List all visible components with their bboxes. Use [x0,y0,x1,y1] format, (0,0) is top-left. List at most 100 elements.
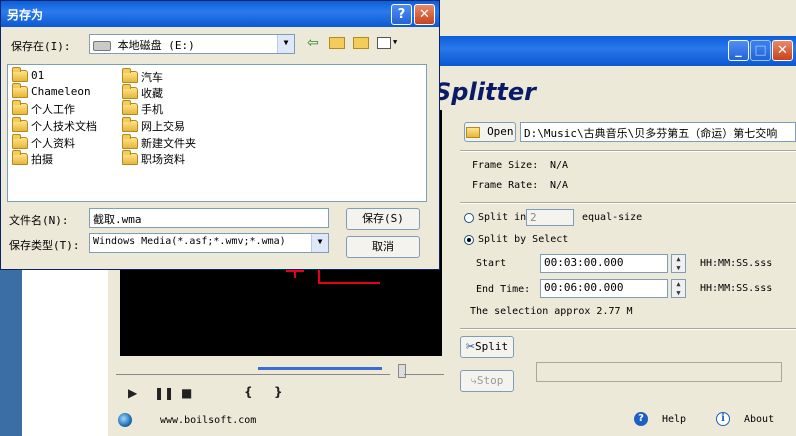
stop-icon[interactable]: ■ [181,386,192,400]
folder-item[interactable]: 手机 [122,100,163,117]
back-icon[interactable]: ⇦ [307,35,319,51]
save-in-label: 保存在(I): [11,40,71,53]
spin-up-icon[interactable]: ▲ [672,280,685,289]
folder-item[interactable]: 新建文件夹 [122,134,196,151]
start-time-spinner[interactable]: ▲ ▼ [671,254,686,273]
play-icon[interactable]: ▶ [128,386,137,400]
pause-icon[interactable]: ❚❚ [154,386,174,400]
folder-item[interactable]: 收藏 [122,84,163,101]
folder-icon [122,134,138,149]
annotation-mark [318,282,380,284]
open-button[interactable]: Open [464,122,516,142]
frame-rate-value: N/A [550,180,569,191]
folder-item[interactable]: 个人技术文档 [12,117,97,134]
folder-icon [12,66,28,82]
globe-icon [118,413,132,427]
chevron-down-icon[interactable]: ▼ [311,234,328,252]
folder-label: 职场资料 [141,153,185,166]
folder-icon [12,117,28,132]
volume-bar[interactable] [404,366,444,375]
maximize-button[interactable]: □ [750,40,771,61]
help-button[interactable]: Help [662,414,686,425]
folder-item[interactable]: 个人工作 [12,100,75,117]
app-logo: Splitter [434,78,536,106]
help-icon[interactable]: ? [634,412,648,426]
selection-size-text: The selection approx 2.77 M [470,306,633,317]
folder-icon [12,150,28,165]
folder-list: 01 Chameleon 个人工作 个人技术文档 个人资料 拍摄 汽车 收藏 手… [7,64,427,202]
folder-label: 01 [31,69,45,82]
end-time-input[interactable]: 00:06:00.000 [540,279,668,298]
view-menu-icon[interactable] [377,37,391,49]
filetype-value: Windows Media(*.asf;*.wmv;*.wma) [93,236,286,247]
folder-item[interactable]: 汽车 [122,68,163,85]
folder-item[interactable]: Chameleon [12,82,91,98]
new-folder-icon[interactable] [353,37,369,49]
save-button[interactable]: 保存(S) [346,208,420,230]
folder-icon [122,100,138,115]
save-in-value: 本地磁盘 (E:) [117,39,195,52]
filetype-combo[interactable]: Windows Media(*.asf;*.wmv;*.wma) ▼ [89,233,329,253]
folder-item[interactable]: 拍摄 [12,150,53,167]
save-as-dialog: 另存为 ? ✕ 保存在(I): 本地磁盘 (E:) ▼ ⇦ ▼ 01 Chame… [0,0,440,270]
divider [460,202,796,204]
start-label: Start [476,258,507,269]
folder-item[interactable]: 01 [12,66,45,82]
about-icon[interactable]: i [716,412,730,426]
dialog-title-bar[interactable]: 另存为 ? ✕ [1,1,439,27]
folder-item[interactable]: 个人资料 [12,134,75,151]
folder-icon [12,134,28,149]
spin-down-icon[interactable]: ▼ [672,289,685,298]
split-in-radio[interactable] [464,213,474,223]
spin-down-icon[interactable]: ▼ [672,264,685,273]
seek-bar-fill [258,367,382,370]
folder-item[interactable]: 职场资料 [122,150,185,167]
mark-end-icon[interactable]: } [274,385,283,399]
cancel-button[interactable]: 取消 [346,236,420,258]
folder-icon [122,68,138,83]
dialog-title: 另存为 [7,8,44,22]
view-menu-chevron-icon[interactable]: ▼ [393,38,397,46]
filename-label: 文件名(N): [9,214,69,227]
split-button[interactable]: ✂Split [460,336,514,358]
folder-label: 个人资料 [31,137,75,150]
folder-label: 收藏 [141,87,163,100]
split-count-input[interactable]: 2 [526,209,574,226]
frame-size-value: N/A [550,160,569,171]
website-link[interactable]: www.boilsoft.com [160,415,256,426]
folder-icon [12,82,28,98]
filename-input[interactable]: 截取.wma [89,208,329,228]
folder-label: Chameleon [31,85,91,98]
dialog-help-button[interactable]: ? [391,4,412,25]
stop-button-label: Stop [476,374,504,387]
folder-item[interactable]: 网上交易 [122,117,185,134]
split-button-label: Split [475,340,509,353]
end-time-format: HH:MM:SS.sss [700,283,773,294]
scissors-icon: ✂ [465,340,476,353]
stop-button[interactable]: ⤷Stop [460,370,514,392]
save-in-combo[interactable]: 本地磁盘 (E:) ▼ [89,34,295,54]
divider [460,328,796,330]
folder-icon [12,100,28,115]
mark-start-icon[interactable]: { [244,385,253,399]
start-time-input[interactable]: 00:03:00.000 [540,254,668,273]
folder-label: 个人技术文档 [31,120,97,133]
split-in-label: Split in [478,212,527,223]
split-by-select-radio[interactable] [464,235,474,245]
chevron-down-icon[interactable]: ▼ [277,35,294,53]
file-path-field[interactable]: D:\Music\古典音乐\贝多芬第五（命运）第七交响 [520,122,796,142]
open-button-label: Open [487,125,514,138]
folder-label: 手机 [141,103,163,116]
end-time-label: End Time: [476,284,531,295]
minimize-button[interactable]: _ [728,40,749,61]
equal-size-label: equal-size [582,212,643,223]
app-close-button[interactable]: ✕ [772,40,793,61]
end-time-spinner[interactable]: ▲ ▼ [671,279,686,298]
folder-icon [122,84,138,99]
folder-label: 拍摄 [31,153,53,166]
about-button[interactable]: About [744,414,774,425]
spin-up-icon[interactable]: ▲ [672,255,685,264]
dialog-close-button[interactable]: ✕ [414,4,435,25]
up-folder-icon[interactable] [329,37,345,49]
folder-label: 网上交易 [141,120,185,133]
